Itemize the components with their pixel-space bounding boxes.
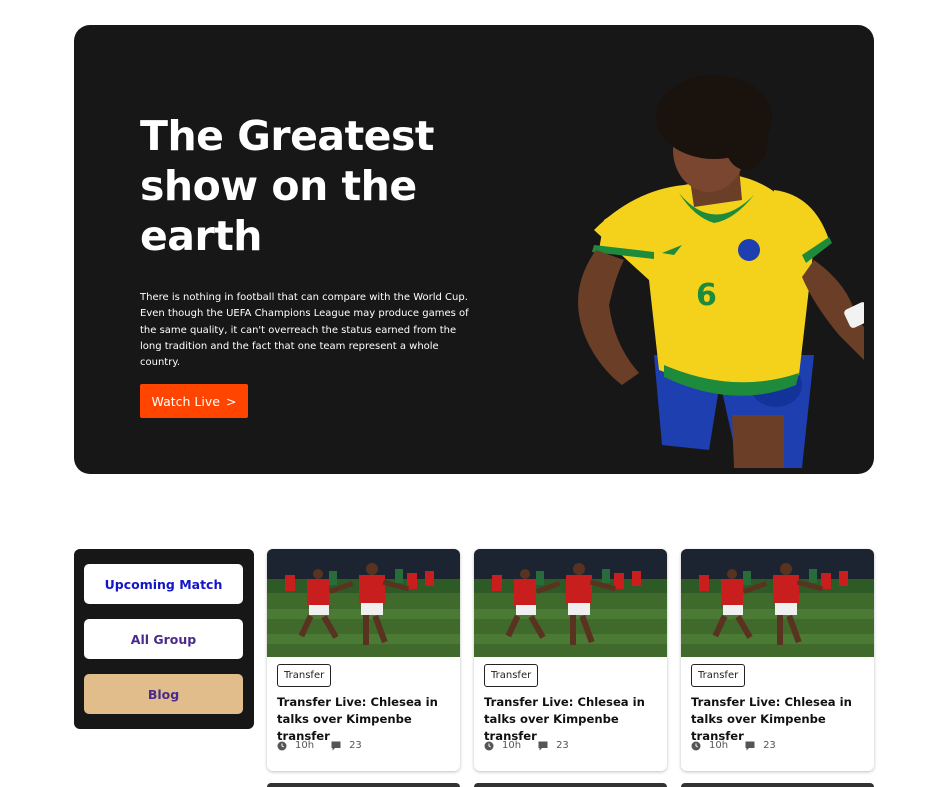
clock-icon <box>277 741 287 750</box>
comment-count: 23 <box>349 740 362 751</box>
time-ago: 10h <box>295 740 315 751</box>
chevron-right-icon: > <box>225 393 237 409</box>
comment-count: 23 <box>763 740 776 751</box>
clock-icon <box>484 741 494 750</box>
news-card[interactable]: Transfer Transfer Live: Chlesea in talks… <box>474 549 667 771</box>
card-title[interactable]: Transfer Live: Chlesea in talks over Kim… <box>691 694 871 745</box>
comment-icon <box>538 741 548 750</box>
card-meta: 10h 23 <box>691 740 776 751</box>
comment-icon <box>745 741 755 750</box>
all-group-button[interactable]: All Group <box>84 619 243 659</box>
watch-live-button[interactable]: Watch Live > <box>140 384 248 418</box>
watch-live-label: Watch Live <box>151 393 220 409</box>
svg-text:6: 6 <box>696 278 717 313</box>
player-image: 6 <box>578 75 864 468</box>
news-card[interactable]: Transfer Transfer Live: Chlesea in talks… <box>267 549 460 771</box>
comment-count: 23 <box>556 740 569 751</box>
comment-icon <box>331 741 341 750</box>
hero-description: There is nothing in football that can co… <box>140 292 469 369</box>
card-meta: 10h 23 <box>277 740 362 751</box>
time-ago: 10h <box>502 740 522 751</box>
clock-icon <box>691 741 701 750</box>
category-sidebar: Upcoming Match All Group Blog <box>74 549 254 729</box>
upcoming-match-button[interactable]: Upcoming Match <box>84 564 243 604</box>
blog-button[interactable]: Blog <box>84 674 243 714</box>
hero-banner: The Greatest show on the earth There is … <box>74 25 874 474</box>
match-photo <box>681 549 874 657</box>
card-title[interactable]: Transfer Live: Chlesea in talks over Kim… <box>277 694 457 745</box>
next-card-edge <box>474 783 667 787</box>
next-card-edge <box>267 783 460 787</box>
category-tag[interactable]: Transfer <box>484 664 539 687</box>
card-meta: 10h 23 <box>484 740 569 751</box>
category-tag[interactable]: Transfer <box>691 664 746 687</box>
match-photo <box>267 549 460 657</box>
card-title[interactable]: Transfer Live: Chlesea in talks over Kim… <box>484 694 664 745</box>
news-card[interactable]: Transfer Transfer Live: Chlesea in talks… <box>681 549 874 771</box>
match-photo <box>474 549 667 657</box>
time-ago: 10h <box>709 740 729 751</box>
hero-title: The Greatest show on the earth <box>140 112 435 260</box>
category-tag[interactable]: Transfer <box>277 664 332 687</box>
next-card-edge <box>681 783 874 787</box>
